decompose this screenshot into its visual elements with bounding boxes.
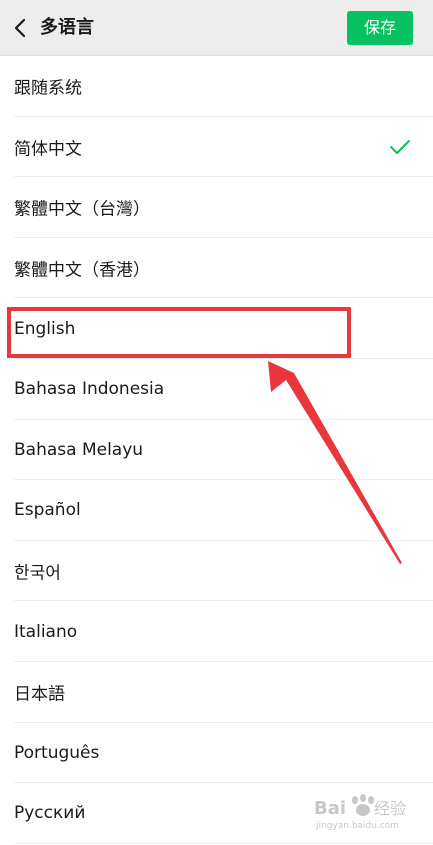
row-divider [14, 842, 433, 844]
save-button[interactable]: 保存 [347, 11, 413, 45]
page-title: 多语言 [40, 17, 94, 38]
language-label: 繁體中文（香港） [14, 260, 150, 281]
language-label: English [14, 318, 76, 339]
chevron-left-icon [14, 18, 26, 38]
language-list: 跟随系统简体中文繁體中文（台灣） 繁體中文（香港） English Bahasa In… [0, 56, 433, 844]
language-item[interactable]: 日本語 [0, 662, 433, 723]
language-item[interactable]: 繁體中文（香港） [0, 238, 433, 299]
language-label: 简体中文 [14, 139, 82, 160]
language-item[interactable]: Italiano [0, 601, 433, 662]
language-label: 日本語 [14, 684, 65, 705]
back-button[interactable] [6, 12, 34, 44]
language-label: Português [14, 742, 100, 763]
language-item[interactable]: 简体中文 [0, 117, 433, 178]
language-item[interactable]: Bahasa Indonesia [0, 359, 433, 420]
language-label: 한국어 [14, 563, 61, 584]
language-item[interactable]: English [0, 298, 433, 359]
language-item[interactable]: Português [0, 723, 433, 784]
language-label: Bahasa Melayu [14, 439, 144, 460]
language-item[interactable]: 한국어 [0, 541, 433, 602]
nav-bar: 多语言 保存 [0, 0, 433, 56]
language-item[interactable]: Español [0, 480, 433, 541]
language-label: Italiano [14, 621, 78, 642]
check-icon [390, 139, 410, 154]
language-item[interactable]: 繁體中文（台灣） [0, 177, 433, 238]
language-label: Bahasa Indonesia [14, 379, 165, 400]
language-label: 繁體中文（台灣） [14, 199, 150, 220]
language-item[interactable]: 跟随系统 [0, 56, 433, 117]
language-label: Español [14, 500, 81, 521]
language-label: 跟随系统 [14, 78, 82, 99]
language-label: Русский [14, 803, 86, 824]
language-item[interactable]: Русский [0, 783, 433, 844]
language-item[interactable]: Bahasa Melayu [0, 420, 433, 481]
